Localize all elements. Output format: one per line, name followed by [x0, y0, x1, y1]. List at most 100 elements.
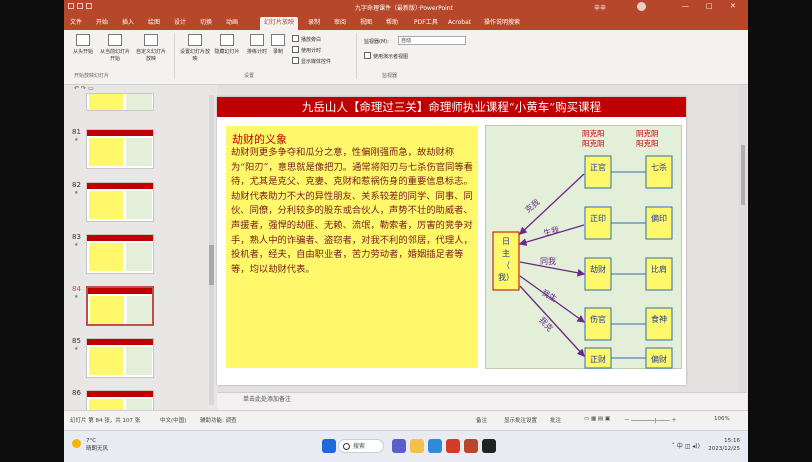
user-name[interactable]: 辛辛: [594, 3, 606, 12]
app-icon[interactable]: [446, 439, 460, 453]
clock[interactable]: 15:16 2023/12/25: [708, 437, 740, 453]
record-icon: [271, 34, 285, 46]
slide-header[interactable]: 九岳山人【命理过三关】命理师执业课程“小黄车”购买课程: [217, 97, 686, 117]
arrow-label-1: 克我: [523, 197, 542, 215]
arrow-label-3: 同我: [540, 256, 556, 266]
column-connectors: [611, 171, 646, 359]
current-slide[interactable]: 九岳山人【命理过三关】命理师执业课程“小黄车”购买课程 劫财的义象 劫财则更多争…: [217, 97, 686, 385]
tell-me-search[interactable]: 操作说明搜索: [484, 17, 520, 30]
god-box-left-3: [584, 257, 612, 291]
notes-toggle[interactable]: 备注: [476, 416, 487, 424]
status-bar: 幻灯片 第 84 张，共 107 张 中文(中国) 辅助功能: 调查 备注 显示…: [64, 410, 748, 431]
zoom-slider[interactable]: － ───────|──── ＋: [624, 416, 677, 424]
notes-pane[interactable]: 单击此处添加备注: [217, 392, 747, 411]
transition-marker-icon: ★: [74, 190, 79, 196]
slide-thumbnail-86[interactable]: [86, 390, 154, 410]
window-controls: — □ ✕: [674, 2, 744, 12]
slide-thumbnail-84[interactable]: [86, 286, 154, 326]
undo-icon[interactable]: [86, 3, 92, 9]
file-explorer-icon[interactable]: [410, 439, 424, 453]
transition-marker-icon: ★: [74, 242, 79, 248]
tab-file[interactable]: 文件: [70, 17, 82, 30]
system-tray[interactable]: ˆ 中 ◫ ◂)): [672, 441, 700, 450]
notes-placeholder[interactable]: 单击此处添加备注: [217, 396, 291, 403]
presenter-view-checkbox[interactable]: 使用演示者视图: [364, 52, 408, 60]
thumbnails-scrollbar[interactable]: [209, 95, 214, 405]
slide-counter: 幻灯片 第 84 张，共 107 张: [70, 418, 141, 424]
autosave-icon[interactable]: [68, 3, 74, 9]
use-timings-checkbox[interactable]: 使用计时: [292, 46, 321, 54]
powerpoint-icon[interactable]: [464, 439, 478, 453]
tab-review[interactable]: 审阅: [334, 17, 346, 30]
slide-thumbnail-85[interactable]: [86, 338, 154, 378]
svg-text:日: 日: [502, 237, 510, 246]
slide-number: 81: [72, 128, 81, 136]
custom-slideshow-button[interactable]: 自定义幻灯片放映: [134, 32, 168, 62]
stopwatch-icon: [250, 34, 264, 46]
app-icon[interactable]: [482, 439, 496, 453]
present-icon[interactable]: ▭: [88, 85, 96, 92]
show-media-controls-checkbox[interactable]: 显示媒体控件: [292, 57, 331, 65]
editor-scrollbar[interactable]: [739, 85, 747, 410]
redo-icon[interactable]: ↷: [81, 85, 88, 92]
language-indicator[interactable]: 中文(中国): [160, 416, 186, 424]
scroll-thumb[interactable]: [741, 145, 745, 205]
setup-slideshow-button[interactable]: 设置幻灯片放映: [178, 32, 212, 62]
tab-home[interactable]: 开始: [96, 17, 108, 30]
tab-pdf-tools[interactable]: PDF工具: [414, 17, 438, 30]
transition-marker-icon: ★: [74, 346, 79, 352]
play-narrations-checkbox[interactable]: 播放旁白: [292, 35, 321, 43]
tab-record[interactable]: 录制: [308, 17, 320, 30]
svg-text:（: （: [502, 261, 510, 270]
god-box-left-2: [584, 206, 612, 240]
avatar[interactable]: [637, 2, 646, 11]
tab-animations[interactable]: 动画: [226, 17, 238, 30]
tab-draw[interactable]: 绘图: [148, 17, 160, 30]
comments-toggle[interactable]: 批注: [550, 416, 561, 424]
close-button[interactable]: ✕: [730, 2, 736, 10]
task-view-icon[interactable]: [392, 439, 406, 453]
tab-help[interactable]: 帮助: [386, 17, 398, 30]
god-box-right-2: [645, 206, 673, 240]
minimize-button[interactable]: —: [682, 2, 689, 10]
slide-thumbnail-82[interactable]: [86, 182, 154, 222]
save-icon[interactable]: [77, 3, 83, 9]
from-start-button[interactable]: 从头开始: [66, 32, 100, 55]
monitor-dropdown[interactable]: 自动: [398, 36, 466, 45]
tab-insert[interactable]: 插入: [122, 17, 134, 30]
start-icon[interactable]: [322, 439, 336, 453]
maximize-button[interactable]: □: [706, 2, 713, 10]
hide-slide-button[interactable]: 隐藏幻灯片: [210, 32, 244, 55]
god-label-right-2: 偏印: [651, 213, 667, 223]
display-settings[interactable]: 显示批注设置: [504, 416, 537, 424]
record-button[interactable]: 录制: [266, 32, 290, 55]
slide-thumbnail-81[interactable]: [86, 129, 154, 169]
god-label-left-1: 正官: [590, 162, 606, 172]
slide-number: 86: [72, 389, 81, 397]
ribbon-divider: [356, 33, 357, 79]
undo-icon[interactable]: ↶: [74, 85, 81, 92]
slide-number: 84: [72, 285, 81, 293]
tab-acrobat[interactable]: Acrobat: [448, 17, 471, 30]
zoom-level[interactable]: 106%: [714, 416, 730, 422]
view-buttons[interactable]: ▭ ▦ ▤ ▣: [584, 416, 610, 422]
god-label-left-5: 正财: [590, 354, 606, 364]
col2-header-line1: 阴克阴: [636, 129, 659, 138]
tab-transitions[interactable]: 切换: [200, 17, 212, 30]
ten-gods-diagram[interactable]: 阴克阳 阳克阴 阴克阴 阳克阳 日 主 （ 我） 正官 正印 劫财 伤官 正财 …: [485, 125, 682, 369]
tab-view[interactable]: 视图: [360, 17, 372, 30]
transition-marker-icon: ★: [74, 137, 79, 143]
taskbar-search[interactable]: 搜索: [338, 439, 384, 453]
from-current-button[interactable]: 从当前幻灯片开始: [98, 32, 132, 62]
search-icon: [343, 443, 350, 450]
tab-design[interactable]: 设计: [174, 17, 186, 30]
svg-text:我）: 我）: [498, 272, 514, 282]
tab-slideshow[interactable]: 幻灯片放映: [260, 17, 299, 30]
accessibility-status[interactable]: 辅助功能: 调查: [200, 416, 237, 424]
slide-thumbnail-80[interactable]: [86, 93, 154, 111]
slide-thumbnail-83[interactable]: [86, 234, 154, 274]
text-box[interactable]: 劫财的义象 劫财则更多争夺和瓜分之意，性偏刚强而急，故劫财称为“阳刃”，意思就是…: [226, 126, 478, 368]
edge-icon[interactable]: [428, 439, 442, 453]
scroll-thumb[interactable]: [209, 245, 214, 285]
diagram-svg: 阴克阳 阳克阴 阴克阴 阳克阳 日 主 （ 我） 正官 正印 劫财 伤官 正财 …: [492, 129, 673, 369]
